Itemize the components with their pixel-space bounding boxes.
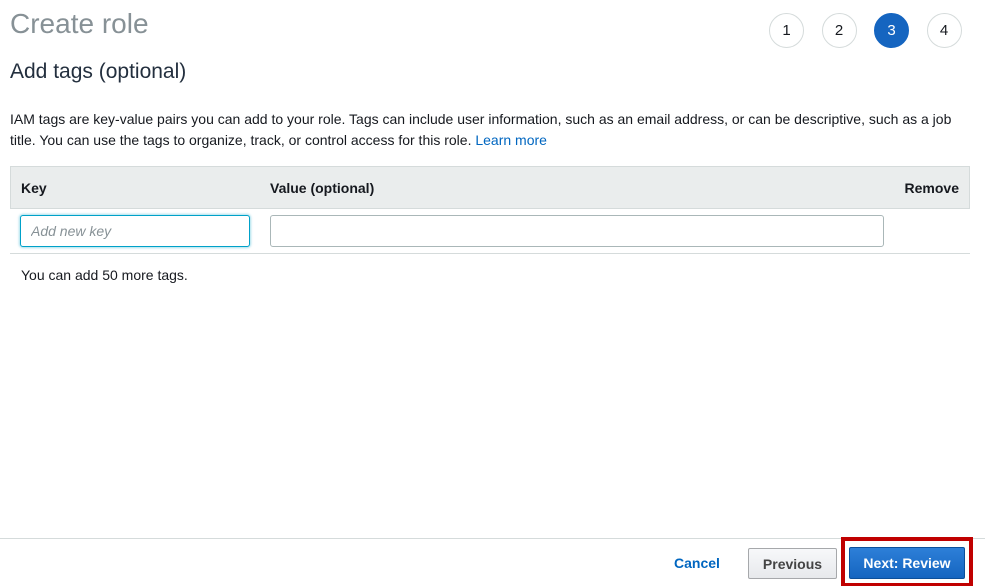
column-header-key: Key (21, 180, 47, 196)
cancel-button[interactable]: Cancel (662, 553, 732, 573)
page-title: Create role (10, 8, 149, 39)
section-title: Add tags (optional) (10, 60, 187, 83)
step-4[interactable]: 4 (926, 13, 962, 48)
step-2[interactable]: 2 (821, 13, 857, 48)
column-header-remove: Remove (904, 180, 959, 196)
remaining-tags-text: You can add 50 more tags. (21, 267, 188, 283)
table-row (10, 209, 970, 254)
tag-key-input[interactable] (20, 215, 250, 247)
previous-button[interactable]: Previous (748, 548, 837, 579)
column-header-value: Value (optional) (270, 180, 375, 196)
step-1[interactable]: 1 (769, 13, 804, 48)
tags-table-header: Key Value (optional) Remove (10, 166, 970, 209)
next-review-button[interactable]: Next: Review (849, 547, 965, 579)
wizard-steps: 1 2 3 4 (769, 13, 979, 48)
tags-table: Key Value (optional) Remove (10, 166, 970, 254)
wizard-footer: Cancel Previous Next: Review (0, 537, 985, 586)
tag-value-input[interactable] (270, 215, 884, 247)
learn-more-link[interactable]: Learn more (475, 132, 547, 148)
next-button-highlight: Next: Review (841, 537, 973, 586)
create-role-page: Create role 1 2 3 4 Add tags (optional) … (0, 0, 985, 586)
tags-description: IAM tags are key-value pairs you can add… (10, 109, 970, 151)
step-3-active[interactable]: 3 (874, 13, 909, 48)
